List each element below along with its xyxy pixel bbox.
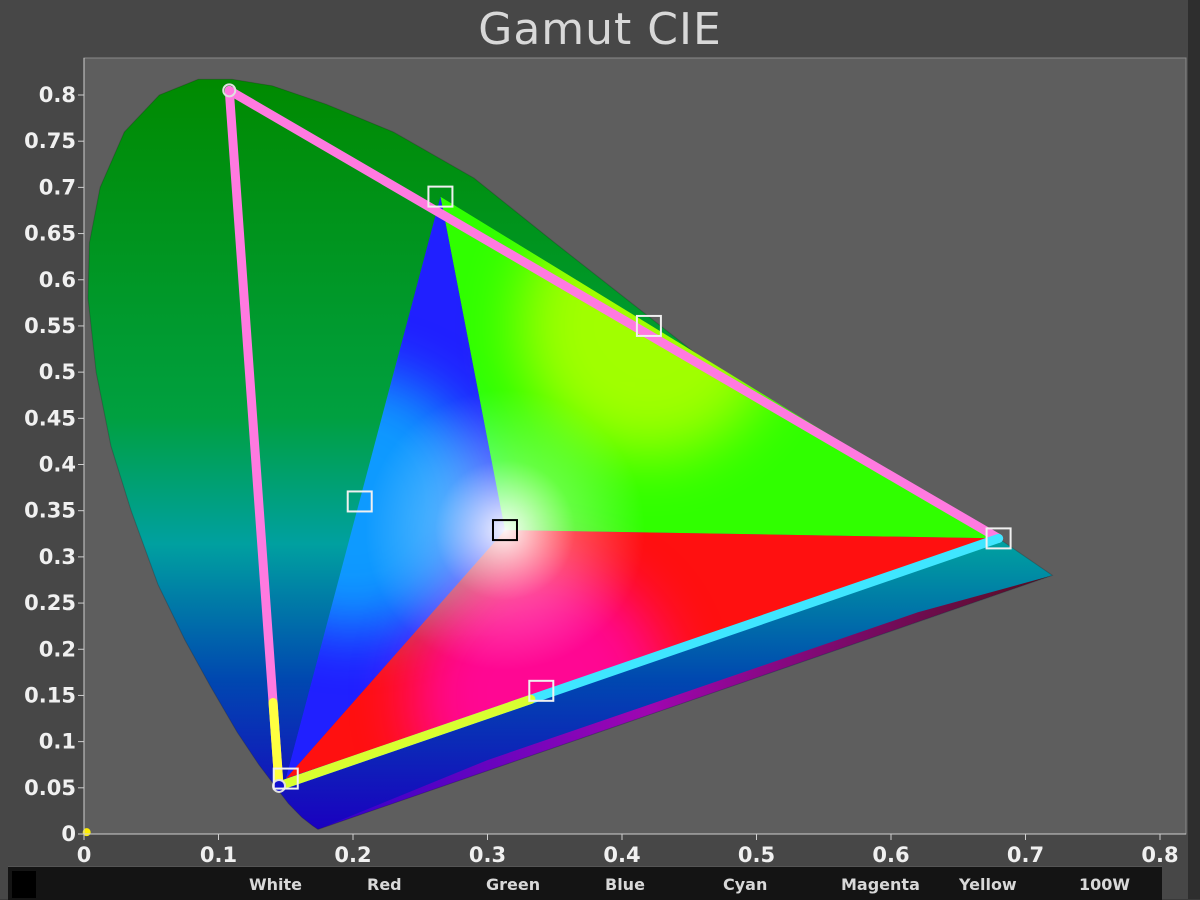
- legend-item-100w[interactable]: 100W: [1079, 875, 1130, 894]
- y-tick-label: 0.45: [24, 406, 76, 430]
- legend-item-yellow[interactable]: Yellow: [959, 875, 1017, 894]
- scrollbar-strip[interactable]: [1188, 0, 1200, 899]
- y-tick-label: 0.75: [24, 129, 76, 153]
- y-tick-label: 0.7: [39, 175, 76, 199]
- cie-gamut-chart: 0 0.1 0.2 0.3 0.4 0.5 0.6 0.7 0.8 0 0.05 0.1 0.15 0.2…: [24, 57, 1187, 866]
- legend-item-cyan[interactable]: Cyan: [723, 875, 767, 894]
- y-tick-label: 0.4: [39, 453, 76, 477]
- x-tick-label: 0: [77, 843, 92, 866]
- y-tick-label: 0.3: [39, 545, 76, 569]
- y-tick-label: 0.35: [24, 499, 76, 523]
- legend-swatch: [12, 871, 36, 898]
- measured-blue-point: [272, 778, 287, 793]
- y-tick-label: 0.6: [39, 268, 76, 292]
- legend-item-magenta[interactable]: Magenta: [841, 875, 920, 894]
- y-tick-label: 0.1: [39, 730, 76, 754]
- legend-item-red[interactable]: Red: [367, 875, 402, 894]
- y-tick-label: 0.65: [24, 222, 76, 246]
- x-tick-label: 0.6: [872, 843, 909, 866]
- legend-item-green[interactable]: Green: [486, 875, 540, 894]
- y-tick-label: 0.25: [24, 591, 76, 615]
- y-tick-label: 0.55: [24, 314, 76, 338]
- y-tick-label: 0.15: [24, 683, 76, 707]
- legend-item-white[interactable]: White: [249, 875, 302, 894]
- legend-bar: White Red Green Blue Cyan Magenta Yellow 100W: [8, 866, 1162, 900]
- x-tick-label: 0.1: [200, 843, 237, 866]
- x-tick-label: 0.5: [738, 843, 775, 866]
- x-tick-label: 0.7: [1007, 843, 1044, 866]
- x-tick-label: 0.4: [603, 843, 640, 866]
- y-tick-label: 0: [61, 822, 76, 846]
- y-tick-label: 0.5: [39, 360, 76, 384]
- x-tick-label: 0.8: [1141, 843, 1178, 866]
- y-tick-label: 0.8: [39, 83, 76, 107]
- x-tick-label: 0.2: [334, 843, 371, 866]
- white-point-glow: [364, 390, 645, 671]
- y-tick-label: 0.05: [24, 776, 76, 800]
- y-tick-label: 0.2: [39, 637, 76, 661]
- legend-item-blue[interactable]: Blue: [605, 875, 645, 894]
- x-tick-label: 0.3: [469, 843, 506, 866]
